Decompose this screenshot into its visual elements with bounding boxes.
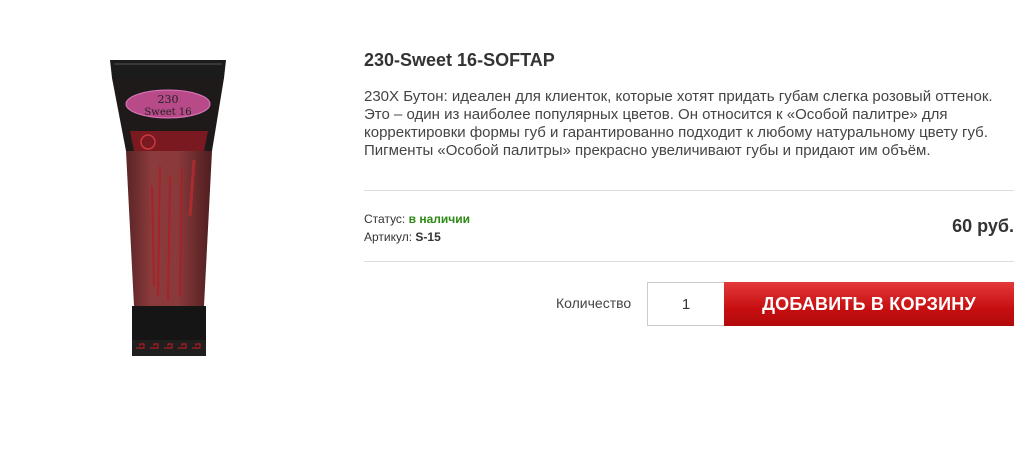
status-row: Статус: в наличии xyxy=(364,210,470,228)
quantity-input[interactable] xyxy=(647,282,724,326)
product-description: 230Х Бутон: идеален для клиенток, которы… xyxy=(364,88,993,159)
tube-label-number: 230 xyxy=(158,93,179,106)
sku-label: Артикул: xyxy=(364,230,413,244)
add-to-cart-button[interactable]: ДОБАВИТЬ В КОРЗИНУ xyxy=(724,282,1014,326)
product-price: 60 руб. xyxy=(952,216,1014,236)
product-meta: Статус: в наличии Артикул: S-15 xyxy=(364,210,470,246)
quantity-label: Количество xyxy=(556,295,632,311)
tube-label-name: Sweet 16 xyxy=(144,107,191,118)
sku-row: Артикул: S-15 xyxy=(364,228,470,246)
divider-top xyxy=(364,190,1014,191)
product-title: 230-Sweet 16-SOFTAP xyxy=(364,50,555,70)
status-badge: в наличии xyxy=(408,212,470,226)
status-label: Статус: xyxy=(364,212,406,226)
product-info: 230-Sweet 16-SOFTAP 230Х Бутон: идеален … xyxy=(364,48,1014,160)
divider-bottom xyxy=(364,261,1014,262)
sku-value: S-15 xyxy=(415,230,441,244)
product-image: 230 Sweet 16 xyxy=(100,56,240,360)
